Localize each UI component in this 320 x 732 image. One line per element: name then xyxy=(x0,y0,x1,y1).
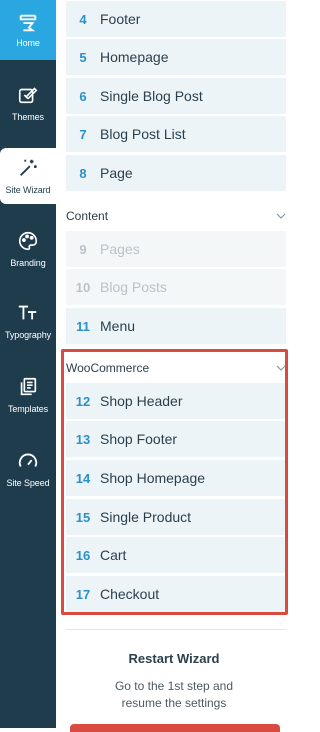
step-pages: 9 Pages xyxy=(66,231,286,269)
step-number: 13 xyxy=(75,431,91,447)
step-label: Single Blog Post xyxy=(100,88,203,104)
sidebar-item-label: Site Speed xyxy=(6,478,50,488)
step-number: 10 xyxy=(75,279,91,295)
step-label: Page xyxy=(100,165,133,181)
step-single-product[interactable]: 15 Single Product xyxy=(66,499,286,537)
step-page[interactable]: 8 Page xyxy=(66,155,286,193)
templates-icon xyxy=(20,377,37,396)
restart-wizard-section: Restart Wizard Go to the 1st step and re… xyxy=(56,651,292,712)
step-number: 16 xyxy=(75,547,91,563)
divider xyxy=(66,629,286,630)
step-number: 6 xyxy=(79,88,87,104)
step-number: 8 xyxy=(79,165,87,181)
step-number: 7 xyxy=(79,126,87,142)
step-label: Footer xyxy=(100,11,141,27)
step-footer[interactable]: 4 Footer xyxy=(66,1,286,39)
sidebar-item-templates[interactable]: Templates xyxy=(0,376,56,414)
step-single-blog-post[interactable]: 6 Single Blog Post xyxy=(66,78,286,116)
section-title: Content xyxy=(66,209,109,223)
sidebar-item-label: Branding xyxy=(10,258,46,268)
step-cart[interactable]: 16 Cart xyxy=(66,537,286,575)
restart-desc-line: resume the settings xyxy=(121,696,227,710)
sidebar-item-label: Home xyxy=(16,38,40,48)
step-label: Checkout xyxy=(100,586,160,602)
step-label: Cart xyxy=(100,547,127,563)
step-number: 12 xyxy=(75,393,91,409)
step-label: Shop Homepage xyxy=(100,470,206,486)
restart-wizard-button[interactable] xyxy=(70,724,280,732)
step-label: Pages xyxy=(100,241,140,257)
restart-wizard-title: Restart Wizard xyxy=(128,651,220,666)
sidebar-item-typography[interactable]: Typography xyxy=(0,302,56,340)
step-label: Homepage xyxy=(100,49,169,65)
home-icon xyxy=(19,14,37,32)
sidebar-item-label: Templates xyxy=(7,404,49,414)
step-number: 9 xyxy=(79,241,87,257)
sidebar-item-themes[interactable]: Themes xyxy=(0,84,56,122)
magic-wand-icon xyxy=(20,159,37,176)
step-homepage[interactable]: 5 Homepage xyxy=(66,39,286,77)
chevron-down-icon xyxy=(276,365,286,371)
typography-icon xyxy=(18,305,37,320)
section-title: WooCommerce xyxy=(66,361,150,375)
restart-desc-line: Go to the 1st step and xyxy=(114,679,234,693)
palette-icon xyxy=(19,231,38,251)
sidebar-item-label: Site Wizard xyxy=(5,185,51,195)
step-number: 15 xyxy=(75,509,91,525)
sidebar-item-label: Typography xyxy=(4,330,52,340)
step-label: Menu xyxy=(100,318,136,334)
step-number: 11 xyxy=(76,318,90,334)
restart-wizard-description: Go to the 1st step and resume the settin… xyxy=(56,678,292,712)
step-number: 14 xyxy=(75,470,91,486)
step-menu[interactable]: 11 Menu xyxy=(66,308,286,346)
step-label: Single Product xyxy=(100,509,192,525)
section-header-content[interactable]: Content xyxy=(66,204,288,228)
step-checkout[interactable]: 17 Checkout xyxy=(66,576,286,614)
sidebar-item-label: Themes xyxy=(12,112,44,122)
chevron-down-icon xyxy=(276,213,286,219)
sidebar-item-branding[interactable]: Branding xyxy=(0,230,56,268)
step-label: Shop Footer xyxy=(100,431,178,447)
step-number: 4 xyxy=(79,11,87,27)
sidebar-item-site-wizard[interactable]: Site Wizard xyxy=(0,148,56,204)
wizard-steps-panel: 4 Footer 5 Homepage 6 Single Blog Post 7… xyxy=(56,0,292,732)
step-blog-post-list[interactable]: 7 Blog Post List xyxy=(66,116,286,154)
step-number: 5 xyxy=(79,49,87,65)
step-shop-homepage[interactable]: 14 Shop Homepage xyxy=(66,460,286,498)
step-number: 17 xyxy=(75,586,91,602)
step-shop-header[interactable]: 12 Shop Header xyxy=(66,383,286,421)
themes-icon xyxy=(18,87,38,104)
step-label: Blog Post List xyxy=(100,126,186,142)
step-shop-footer[interactable]: 13 Shop Footer xyxy=(66,421,286,459)
section-header-woocommerce[interactable]: WooCommerce xyxy=(66,356,288,380)
speedometer-icon xyxy=(18,453,38,467)
sidebar-item-site-speed[interactable]: Site Speed xyxy=(0,450,56,488)
sidebar-item-home[interactable]: Home xyxy=(0,0,56,60)
step-label: Shop Header xyxy=(100,393,183,409)
sidebar: Home Themes Site Wizard Branding Typogra… xyxy=(0,0,56,728)
step-blog-posts: 10 Blog Posts xyxy=(66,269,286,307)
step-label: Blog Posts xyxy=(100,279,167,295)
